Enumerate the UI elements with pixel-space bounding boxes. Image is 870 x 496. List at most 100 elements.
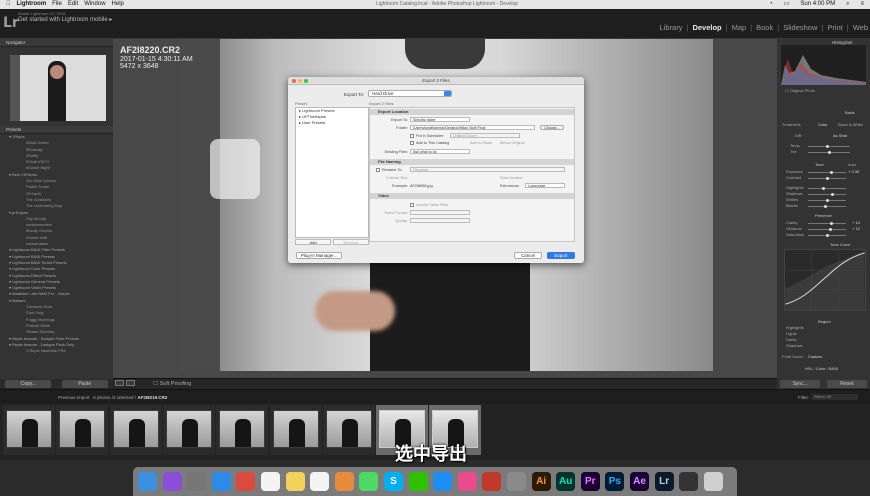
messages-icon[interactable] [359,472,379,491]
vibrance-value[interactable]: + 12 [852,226,860,231]
export-to-location-select[interactable]: Specific folder [410,117,470,122]
activity-icon[interactable] [679,472,699,491]
module-slideshow[interactable]: Slideshow [783,23,817,32]
module-develop[interactable]: Develop [692,23,721,32]
hsl-header[interactable]: HSL / Color / B&W [805,366,838,371]
shadows-slider[interactable] [808,194,846,195]
menu-file[interactable]: File [52,0,62,9]
launchpad-icon[interactable] [187,472,207,491]
battery-icon[interactable]: ▭ [784,0,790,9]
filmstrip-thumbnail[interactable] [165,410,212,448]
app-store-icon[interactable] [433,472,453,491]
point-curve-select[interactable]: Custom [808,354,822,359]
photo-booth-icon[interactable] [482,472,502,491]
filmstrip-thumbnail[interactable] [59,410,106,448]
sync-button[interactable]: Sync... [780,380,821,388]
slider-knob[interactable] [829,228,832,231]
subfolder-input[interactable]: Untitled Export [450,133,520,138]
mobile-prompt-link[interactable]: Get started with Lightroom mobile ▸ [18,16,112,23]
exposure-value[interactable]: + 0.35 [848,169,859,174]
slider-knob[interactable] [830,222,833,225]
tone-auto-button[interactable]: Auto [848,162,856,167]
menu-help[interactable]: Help [112,0,124,9]
wifi-icon[interactable]: ◔ [769,0,773,9]
slider-knob[interactable] [826,145,829,148]
notes-icon[interactable] [285,472,305,491]
slider-knob[interactable] [826,234,829,237]
copy-button[interactable]: Copy... [5,380,52,388]
navigator-preview[interactable] [10,55,106,121]
photos-icon[interactable] [334,472,354,491]
export-button[interactable]: Export [547,252,575,259]
premiere-icon[interactable]: Pr [580,472,600,491]
clarity-slider[interactable] [808,223,846,224]
chrome-icon[interactable] [236,472,256,491]
siri-icon[interactable] [162,472,182,491]
previous-import-link[interactable]: Previous Import [58,395,90,400]
rename-to-select[interactable]: Filename [410,167,565,172]
filmstrip-thumbnail[interactable] [112,410,159,448]
temp-slider[interactable] [808,146,850,147]
menu-edit[interactable]: Edit [68,0,78,9]
tone-curve-header[interactable]: Tone Curve [830,242,850,247]
selected-filename[interactable]: AF2I8219.CR2 [137,395,167,400]
wb-select[interactable]: As Shot [833,133,847,138]
module-book[interactable]: Book [756,23,773,32]
minimize-icon[interactable] [298,79,302,83]
preset-tree[interactable]: ▸ Lightroom Presets ▸ UPTimelapse ▸ User… [295,107,369,238]
slider-knob[interactable] [824,205,827,208]
system-preferences-icon[interactable] [507,472,526,491]
existing-files-select[interactable]: Ask what to do [410,149,470,154]
basic-panel-header[interactable]: Basic [845,110,855,115]
remove-preset-button[interactable]: Remove [333,239,369,245]
highlights-slider[interactable] [808,188,846,189]
reminders-icon[interactable] [310,472,330,491]
module-print[interactable]: Print [827,23,842,32]
treatment-color-option[interactable]: Color [818,122,828,127]
filter-select[interactable]: Filters Off [812,394,858,400]
module-web[interactable]: Web [853,23,868,32]
plugin-manager-button[interactable]: Plug-in Manager... [296,252,342,259]
loupe-view-icon[interactable] [115,380,124,386]
module-map[interactable]: Map [732,23,747,32]
slider-knob[interactable] [826,199,829,202]
apple-icon[interactable]:  [6,0,11,9]
clock[interactable]: Sun 4:00 PM [800,0,835,9]
lightroom-icon[interactable]: Lr [654,472,674,491]
filmstrip-thumbnail[interactable] [219,410,266,448]
slider-knob[interactable] [826,177,829,180]
slider-knob[interactable] [830,171,833,174]
zoom-icon[interactable] [304,79,308,83]
preset-item[interactable]: 1 Reple Nashville Film [6,348,110,354]
close-icon[interactable] [292,79,296,83]
rename-to-checkbox[interactable] [376,168,380,172]
menu-app[interactable]: Lightroom [17,0,47,9]
menu-window[interactable]: Window [84,0,105,9]
slider-knob[interactable] [828,151,831,154]
itunes-icon[interactable] [457,472,477,491]
filmstrip-thumbnail[interactable] [325,410,372,448]
navigator-header[interactable]: Navigator [0,39,113,47]
paste-button[interactable]: Paste [61,380,108,388]
before-after-view-icon[interactable] [126,380,135,386]
video-format-select[interactable] [410,210,470,215]
choose-folder-button[interactable]: Choose... [540,125,564,130]
photoshop-icon[interactable]: Ps [605,472,625,491]
clarity-value[interactable]: + 14 [852,220,860,225]
tone-curve-graph[interactable] [784,249,866,311]
after-effects-icon[interactable]: Ae [630,472,649,491]
blacks-slider[interactable] [808,206,846,207]
include-video-checkbox[interactable] [410,203,414,207]
safari-icon[interactable] [211,472,231,491]
presets-header[interactable]: Presets [0,126,113,134]
slider-knob[interactable] [822,187,825,190]
add-preset-button[interactable]: Add [295,239,331,245]
exposure-slider[interactable] [808,172,846,173]
cancel-button[interactable]: Cancel [514,252,542,259]
soft-proofing-toggle[interactable]: ☐ Soft Proofing [153,381,191,387]
slider-knob[interactable] [831,193,834,196]
module-library[interactable]: Library [660,23,683,32]
quality-select[interactable] [410,218,470,223]
audition-icon[interactable]: Au [556,472,576,491]
finder-icon[interactable] [138,472,157,491]
